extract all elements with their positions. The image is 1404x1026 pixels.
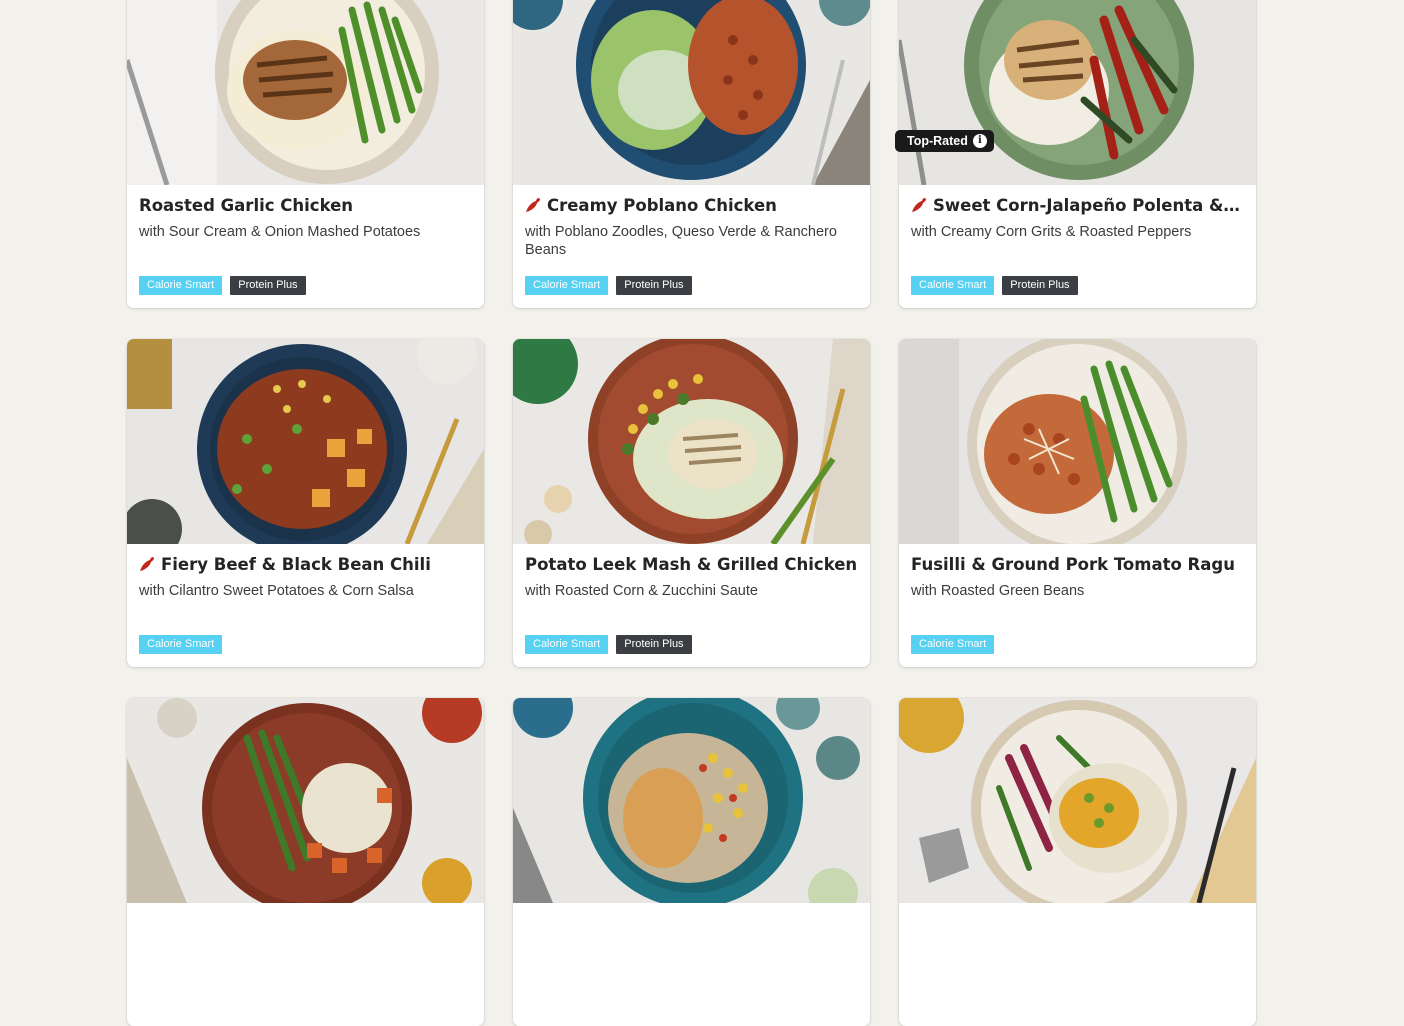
- tag-list: Calorie Smart Protein Plus: [911, 276, 1078, 295]
- chili-pepper-icon: [912, 198, 926, 212]
- protein-plus-tag: Protein Plus: [616, 635, 692, 654]
- recipe-photo: [513, 339, 870, 544]
- recipe-title: Sweet Corn-Jalapeño Polenta & C...: [911, 195, 1244, 217]
- tag-list: Calorie Smart Protein Plus: [525, 276, 692, 295]
- chili-pepper-icon: [526, 198, 540, 212]
- recipe-card[interactable]: Fusilli & Ground Pork Tomato Ragu with R…: [899, 339, 1256, 667]
- recipe-subtitle: with Creamy Corn Grits & Roasted Peppers: [911, 224, 1192, 240]
- recipe-photo: [127, 0, 484, 185]
- recipe-card[interactable]: Top-Rated i Sweet Corn-Jalapeño Polenta …: [895, 0, 1256, 308]
- recipe-card[interactable]: Creamy Poblano Chicken with Poblano Zood…: [513, 0, 870, 308]
- calorie-smart-tag: Calorie Smart: [911, 635, 995, 654]
- recipe-subtitle: with Sour Cream & Onion Mashed Potatoes: [139, 224, 421, 240]
- protein-plus-tag: Protein Plus: [230, 276, 306, 295]
- recipe-card[interactable]: Fiery Beef & Black Bean Chili with Cilan…: [127, 339, 484, 667]
- recipe-card[interactable]: [513, 698, 870, 1026]
- recipe-grid: Roasted Garlic Chicken with Sour Cream &…: [127, 0, 1256, 1026]
- recipe-photo: [899, 339, 1256, 544]
- tag-list: Calorie Smart: [139, 635, 223, 654]
- calorie-smart-tag: Calorie Smart: [911, 276, 995, 295]
- calorie-smart-tag: Calorie Smart: [139, 276, 223, 295]
- recipe-card[interactable]: Potato Leek Mash & Grilled Chicken with …: [513, 339, 870, 667]
- recipe-photo: [513, 698, 870, 903]
- recipe-title: Fiery Beef & Black Bean Chili: [139, 554, 472, 576]
- top-rated-badge[interactable]: Top-Rated i: [895, 130, 994, 152]
- recipe-subtitle: with Roasted Green Beans: [911, 583, 1085, 599]
- protein-plus-tag: Protein Plus: [1002, 276, 1078, 295]
- recipe-card[interactable]: [899, 698, 1256, 1026]
- recipe-card[interactable]: [127, 698, 484, 1026]
- recipe-photo: [127, 698, 484, 903]
- calorie-smart-tag: Calorie Smart: [139, 635, 223, 654]
- recipe-title: Creamy Poblano Chicken: [525, 195, 858, 217]
- tag-list: Calorie Smart: [911, 635, 995, 654]
- recipe-subtitle: with Poblano Zoodles, Queso Verde & Ranc…: [525, 224, 837, 258]
- recipe-subtitle: with Cilantro Sweet Potatoes & Corn Sals…: [139, 583, 414, 599]
- recipe-title: Potato Leek Mash & Grilled Chicken: [525, 555, 858, 574]
- recipe-photo: [899, 0, 1256, 185]
- info-icon[interactable]: i: [972, 134, 987, 148]
- recipe-photo: [513, 0, 870, 185]
- recipe-photo: [899, 698, 1256, 903]
- tag-list: Calorie Smart Protein Plus: [525, 635, 692, 654]
- recipe-card[interactable]: Roasted Garlic Chicken with Sour Cream &…: [127, 0, 484, 308]
- recipe-subtitle: with Roasted Corn & Zucchini Saute: [525, 583, 758, 599]
- recipe-title: Fusilli & Ground Pork Tomato Ragu: [911, 555, 1235, 574]
- tag-list: Calorie Smart Protein Plus: [139, 276, 306, 295]
- protein-plus-tag: Protein Plus: [616, 276, 692, 295]
- calorie-smart-tag: Calorie Smart: [525, 276, 609, 295]
- chili-pepper-icon: [140, 557, 154, 571]
- recipe-title: Roasted Garlic Chicken: [139, 196, 354, 215]
- calorie-smart-tag: Calorie Smart: [525, 635, 609, 654]
- recipe-photo: [127, 339, 484, 544]
